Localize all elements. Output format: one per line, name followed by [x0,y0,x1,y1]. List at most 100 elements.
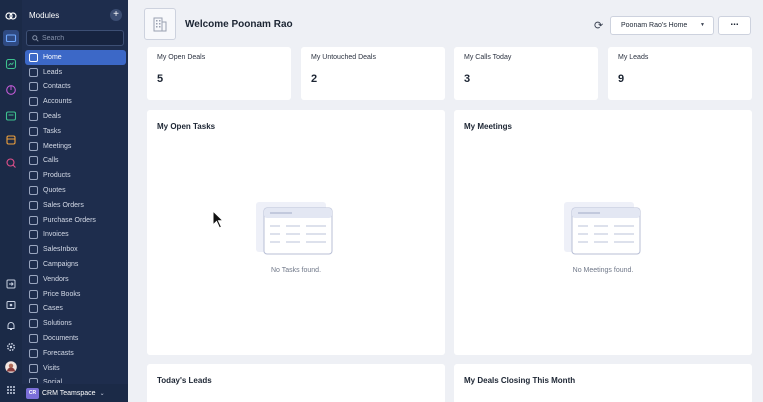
teamspace-badge: CR [26,387,39,399]
sidebar-item-label: Forecasts [43,349,74,357]
sidebar-item-label: Products [43,172,71,180]
building-icon [153,17,167,32]
panel-title: My Deals Closing This Month [464,376,576,385]
sidebar-item-social[interactable]: Social [25,376,126,383]
sidebar-item-label: Visits [43,364,60,372]
search-input[interactable] [42,34,122,42]
more-options-button[interactable]: ... [718,16,751,35]
sidebar-item-quotes[interactable]: Quotes [25,183,126,198]
home-view-label: Poonam Rao's Home [621,22,688,29]
sidebar-item-vendors[interactable]: Vendors [25,272,126,287]
sidebar-item-solutions[interactable]: Solutions [25,316,126,331]
stat-card-untouched-deals[interactable]: My Untouched Deals 2 [301,47,445,100]
add-module-button[interactable]: + [110,9,122,21]
solutions-icon [29,319,38,329]
sidebar-item-label: Contacts [43,83,71,91]
sidebar-item-label: Cases [43,305,63,313]
sidebar-item-leads[interactable]: Leads [25,65,126,80]
sidebar-item-label: Price Books [43,290,81,298]
sidebar-item-products[interactable]: Products [25,168,126,183]
sidebar-item-deals[interactable]: Deals [25,109,126,124]
sidebar-item-campaigns[interactable]: Campaigns [25,257,126,272]
sidebar-item-label: Meetings [43,142,72,150]
folder-icon[interactable] [3,30,19,46]
panel-title: Today's Leads [157,376,212,385]
mouse-cursor-icon [212,210,225,229]
grid-apps-icon[interactable] [3,382,19,398]
panel-title: My Meetings [464,122,513,131]
pie-chart-icon[interactable] [3,82,19,98]
page-title: Welcome Poonam Rao [185,19,293,30]
settings-icon[interactable] [3,339,19,355]
stat-card-leads[interactable]: My Leads 9 [608,47,752,100]
sidebar-item-meetings[interactable]: Meetings [25,139,126,154]
stat-card-calls-today[interactable]: My Calls Today 3 [454,47,598,100]
empty-table-icon [564,202,641,255]
home-icon [29,52,38,62]
open-tasks-panel: My Open Tasks No Tasks found. [147,110,445,355]
home-view-select[interactable]: Poonam Rao's Home ▼ [610,16,714,35]
sidebar-item-label: Purchase Orders [43,216,96,224]
refresh-icon[interactable]: ⟳ [594,19,603,32]
todays-leads-panel: Today's Leads [147,364,445,402]
sidebar-item-tasks[interactable]: Tasks [25,124,126,139]
stat-value: 3 [464,73,471,85]
leads-icon [29,67,38,77]
sidebar-item-accounts[interactable]: Accounts [25,94,126,109]
empty-state-text: No Meetings found. [572,267,634,274]
cart-icon[interactable] [3,108,19,124]
teamspace-switcher[interactable]: CR CRM Teamspace ⌄ [22,384,128,402]
sidebar-item-label: Solutions [43,320,72,328]
app-rail [0,0,22,402]
tasks-icon [29,126,38,136]
zoho-logo-icon[interactable] [3,8,19,24]
sidebar-item-calls[interactable]: Calls [25,154,126,169]
empty-table-icon [256,202,333,255]
sidebar-item-price-books[interactable]: Price Books [25,287,126,302]
meetings-panel: My Meetings No Meetings found. [454,110,752,355]
org-logo [144,8,176,40]
stat-label: My Calls Today [464,54,512,61]
sidebar-item-invoices[interactable]: Invoices [25,228,126,243]
media-icon[interactable] [3,297,19,313]
home-dashboard: Welcome Poonam Rao ⟳ Poonam Rao's Home ▼… [128,0,763,402]
stat-label: My Untouched Deals [311,54,376,61]
sidebar-item-cases[interactable]: Cases [25,302,126,317]
calls-icon [29,156,38,166]
visits-icon [29,363,38,373]
sidebar-item-contacts[interactable]: Contacts [25,80,126,95]
deals-closing-panel: My Deals Closing This Month [454,364,752,402]
panel-title: My Open Tasks [157,122,216,131]
sidebar-item-label: Invoices [43,231,69,239]
sidebar-item-salesinbox[interactable]: SalesInbox [25,242,126,257]
modules-sidebar: Modules + Home Leads Contacts Accounts Deals… [22,0,128,402]
sidebar-item-label: Vendors [43,275,69,283]
stat-card-open-deals[interactable]: My Open Deals 5 [147,47,291,100]
sidebar-item-documents[interactable]: Documents [25,331,126,346]
sidebar-item-purchase-orders[interactable]: Purchase Orders [25,213,126,228]
stat-value: 2 [311,73,318,85]
campaigns-icon [29,260,38,270]
price-books-icon [29,289,38,299]
store-icon[interactable] [3,132,19,148]
sidebar-item-home[interactable]: Home [25,50,126,65]
avatar[interactable] [3,359,19,375]
sidebar-item-label: Sales Orders [43,201,84,209]
search-insights-icon[interactable] [3,155,19,171]
sidebar-item-forecasts[interactable]: Forecasts [25,346,126,361]
quotes-icon [29,186,38,196]
sidebar-item-sales-orders[interactable]: Sales Orders [25,198,126,213]
accounts-icon [29,97,38,107]
sidebar-item-visits[interactable]: Visits [25,361,126,376]
vendors-icon [29,274,38,284]
signin-icon[interactable] [3,276,19,292]
stat-label: My Leads [618,54,649,61]
bell-icon[interactable] [3,318,19,334]
deals-icon [29,112,38,122]
analytics-icon[interactable] [3,56,19,72]
stat-value: 9 [618,73,625,85]
meetings-icon [29,141,38,151]
sidebar-search[interactable] [26,30,124,46]
sidebar-item-label: SalesInbox [43,246,78,254]
products-icon [29,171,38,181]
